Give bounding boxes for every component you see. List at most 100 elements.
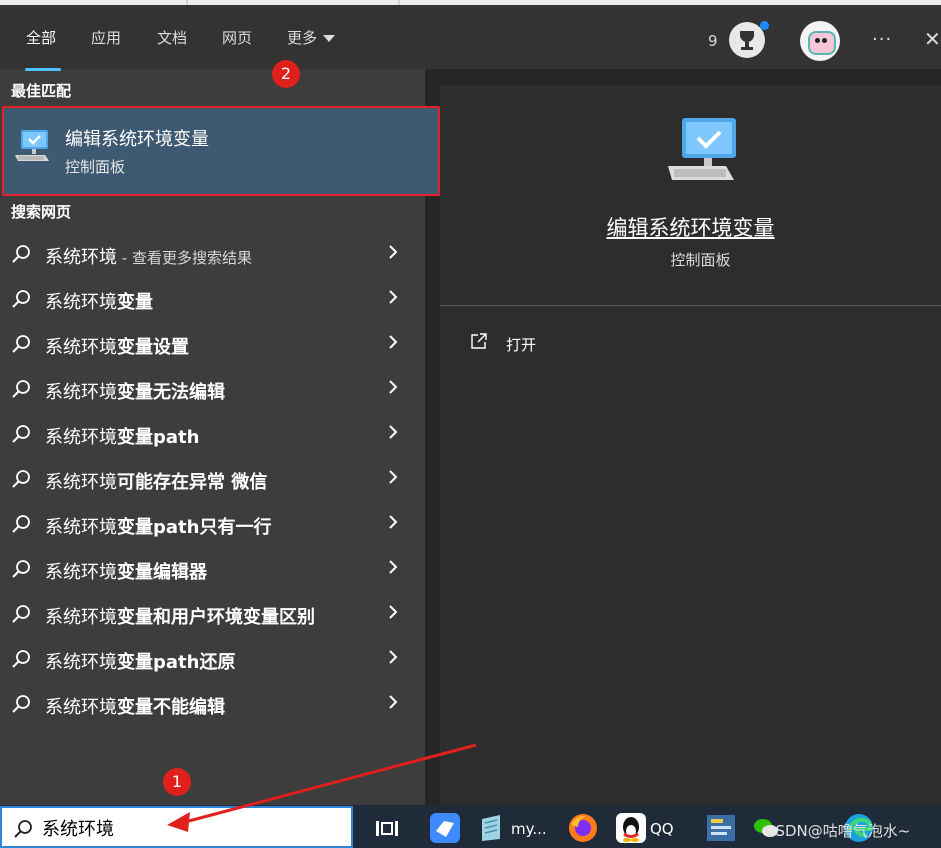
- chevron-right-icon: [389, 245, 398, 259]
- chevron-right-icon: [389, 470, 398, 484]
- app-my-label[interactable]: my...: [511, 820, 547, 838]
- search-icon: [12, 560, 30, 578]
- task-view-icon[interactable]: [372, 811, 400, 845]
- web-search-result[interactable]: 系统环境变量: [0, 278, 425, 320]
- search-icon: [14, 820, 32, 838]
- chevron-right-icon: [389, 560, 398, 574]
- result-hint: - 查看更多搜索结果: [117, 249, 252, 267]
- result-text: 系统环境变量设置: [45, 333, 189, 359]
- tab-documents[interactable]: 文档: [157, 27, 187, 48]
- chevron-right-icon: [389, 650, 398, 664]
- search-icon: [12, 290, 30, 308]
- search-icon: [12, 380, 30, 398]
- search-icon: [12, 515, 30, 533]
- best-match-heading: 最佳匹配: [11, 82, 72, 100]
- result-query: 系统环境: [45, 382, 117, 403]
- search-input[interactable]: [42, 816, 342, 840]
- web-search-result[interactable]: 系统环境变量设置: [0, 323, 425, 365]
- result-suggestion: 变量path: [117, 427, 200, 448]
- open-label: 打开: [506, 336, 537, 354]
- web-search-result[interactable]: 系统环境变量path: [0, 413, 425, 455]
- tab-all[interactable]: 全部: [26, 27, 56, 48]
- search-icon: [12, 335, 30, 353]
- result-text: 系统环境变量: [45, 288, 153, 314]
- result-query: 系统环境: [45, 652, 117, 673]
- result-text: 系统环境变量path只有一行: [45, 513, 271, 539]
- result-query: 系统环境: [45, 247, 117, 268]
- result-suggestion: 变量不能编辑: [117, 697, 225, 718]
- open-external-icon: [471, 333, 487, 349]
- chevron-right-icon: [389, 335, 398, 349]
- tab-more[interactable]: 更多: [287, 27, 336, 48]
- qq-label[interactable]: QQ: [650, 820, 674, 838]
- result-suggestion: 可能存在异常 微信: [117, 472, 268, 493]
- result-suggestion: 变量设置: [117, 337, 189, 358]
- web-search-result[interactable]: 系统环境变量不能编辑: [0, 683, 425, 725]
- search-icon: [12, 695, 30, 713]
- open-action[interactable]: 打开: [470, 332, 590, 356]
- preview-title[interactable]: 编辑系统环境变量: [440, 212, 941, 242]
- feishu-app-icon[interactable]: [428, 811, 462, 845]
- web-search-result[interactable]: 系统环境变量path只有一行: [0, 503, 425, 545]
- rewards-points: 9: [708, 32, 718, 50]
- taskbar-search-box[interactable]: [0, 806, 353, 848]
- more-options-button[interactable]: ···: [872, 29, 892, 50]
- chevron-right-icon: [389, 515, 398, 529]
- result-suggestion: 变量编辑器: [117, 562, 207, 583]
- result-text: 系统环境可能存在异常 微信: [45, 468, 267, 494]
- search-icon: [12, 470, 30, 488]
- result-query: 系统环境: [45, 562, 117, 583]
- result-text: 系统环境变量path: [45, 423, 199, 449]
- result-text: 系统环境变量不能编辑: [45, 693, 225, 719]
- result-query: 系统环境: [45, 427, 117, 448]
- firefox-icon[interactable]: [566, 811, 600, 845]
- active-tab-indicator: [25, 68, 61, 71]
- result-query: 系统环境: [45, 517, 117, 538]
- trophy-icon[interactable]: [729, 21, 769, 58]
- result-suggestion: 变量path只有一行: [117, 517, 272, 538]
- tab-web[interactable]: 网页: [222, 27, 252, 48]
- annotation-badge-2: 2: [272, 60, 300, 88]
- annotation-highlight-box: [2, 106, 440, 196]
- close-button[interactable]: ✕: [924, 27, 941, 51]
- result-query: 系统环境: [45, 697, 117, 718]
- chevron-right-icon: [389, 380, 398, 394]
- computer-monitor-icon-large: [668, 118, 736, 180]
- chevron-right-icon: [389, 425, 398, 439]
- preview-card: [440, 85, 941, 805]
- tab-apps[interactable]: 应用: [91, 27, 121, 48]
- tab-more-label: 更多: [287, 29, 318, 47]
- avatar[interactable]: [800, 21, 840, 61]
- web-search-result[interactable]: 系统环境变量和用户环境变量区别: [0, 593, 425, 635]
- result-suggestion: 变量path还原: [117, 652, 236, 673]
- web-search-result[interactable]: 系统环境变量编辑器: [0, 548, 425, 590]
- web-search-result[interactable]: 系统环境 - 查看更多搜索结果: [0, 233, 425, 275]
- notification-dot: [760, 21, 769, 30]
- qq-icon[interactable]: [614, 811, 648, 845]
- result-text: 系统环境变量和用户环境变量区别: [45, 603, 315, 629]
- notepad-app-icon[interactable]: [476, 811, 506, 845]
- search-icon: [12, 245, 30, 263]
- chevron-right-icon: [389, 290, 398, 304]
- web-search-result[interactable]: 系统环境可能存在异常 微信: [0, 458, 425, 500]
- search-icon: [12, 425, 30, 443]
- search-icon: [12, 650, 30, 668]
- result-text: 系统环境变量path还原: [45, 648, 235, 674]
- result-suggestion: 变量无法编辑: [117, 382, 225, 403]
- preview-divider: [440, 305, 941, 306]
- annotation-badge-1: 1: [163, 768, 191, 796]
- search-icon: [12, 605, 30, 623]
- watermark-text: CSDN@咕噜气泡水~: [765, 822, 911, 840]
- web-search-result[interactable]: 系统环境变量path还原: [0, 638, 425, 680]
- chevron-down-icon: [323, 35, 336, 42]
- web-search-result[interactable]: 系统环境变量无法编辑: [0, 368, 425, 410]
- app-icon[interactable]: [704, 811, 738, 845]
- result-suggestion: 变量和用户环境变量区别: [117, 607, 315, 628]
- chevron-right-icon: [389, 695, 398, 709]
- result-query: 系统环境: [45, 337, 117, 358]
- result-suggestion: 变量: [117, 292, 153, 313]
- result-text: 系统环境变量无法编辑: [45, 378, 225, 404]
- result-text: 系统环境变量编辑器: [45, 558, 207, 584]
- result-text: 系统环境 - 查看更多搜索结果: [45, 243, 252, 269]
- preview-subtitle: 控制面板: [670, 251, 731, 269]
